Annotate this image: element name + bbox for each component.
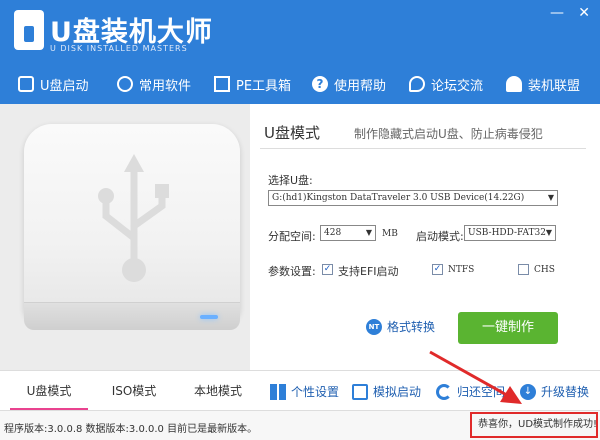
nav-item-usb-boot[interactable]: U盘启动: [18, 72, 89, 96]
toolbox-icon: [214, 76, 230, 92]
app-header: U盘装机大师 U DISK INSTALLED MASTERS — ✕ U盘启动…: [0, 0, 600, 104]
drive-led: [200, 315, 218, 319]
tab-iso-mode[interactable]: ISO模式: [96, 371, 172, 411]
nav-item-pe-toolbox[interactable]: PE工具箱: [214, 72, 291, 96]
chevron-down-icon: ▼: [365, 228, 372, 237]
tool-label: 归还空间: [457, 385, 506, 399]
params-label: 参数设置:: [268, 265, 316, 278]
disk-value: G:(hd1)Kingston DataTraveler 3.0 USB Dev…: [272, 193, 525, 203]
nav-label: 装机联盟: [528, 78, 581, 94]
chevron-down-icon: ▼: [545, 228, 552, 237]
tool-label: 升级替换: [541, 385, 590, 399]
boot-mode-value: USB-HDD-FAT32: [468, 228, 546, 238]
nav-label: PE工具箱: [236, 78, 292, 94]
mode-title: U盘模式: [264, 124, 320, 142]
download-icon: ↓: [520, 383, 536, 400]
disk-label: 选择U盘:: [268, 174, 313, 187]
upgrade-replace-button[interactable]: ↓ 升级替换: [520, 383, 589, 400]
usb-symbol-icon: [98, 154, 169, 282]
simulate-boot-button[interactable]: 模拟启动: [352, 383, 421, 400]
partition-label: 分配空间:: [268, 230, 316, 243]
personalize-button[interactable]: 个性设置: [270, 383, 339, 400]
bottom-toolbar: U盘模式 ISO模式 本地模式 个性设置 模拟启动 归还空间 ↓ 升级替换: [0, 370, 600, 411]
ntfs-convert-icon: NT: [366, 318, 382, 335]
nav-label: 常用软件: [139, 78, 192, 94]
main-panel: U盘模式 制作隐藏式启动U盘、防止病毒侵犯 选择U盘: G:(hd1)Kings…: [0, 104, 600, 370]
nav-label: U盘启动: [40, 78, 89, 94]
chevron-down-icon: ▼: [547, 193, 554, 202]
efi-label: 支持EFI启动: [338, 265, 399, 278]
format-convert-button[interactable]: NT 格式转换: [366, 318, 435, 335]
partition-select[interactable]: 428 ▼: [320, 225, 376, 241]
usb-drive-illustration: [24, 124, 240, 340]
boot-mode-select[interactable]: USB-HDD-FAT32 ▼: [464, 225, 556, 241]
efi-checkbox[interactable]: ✓: [322, 264, 333, 275]
tool-label: 个性设置: [291, 385, 340, 399]
gear-icon: [117, 76, 133, 92]
nav-item-alliance[interactable]: 装机联盟: [506, 72, 580, 96]
usb-logo-icon: [14, 10, 44, 50]
chat-icon: [409, 76, 425, 92]
one-click-make-button[interactable]: 一键制作: [458, 312, 558, 344]
disk-select[interactable]: G:(hd1)Kingston DataTraveler 3.0 USB Dev…: [268, 190, 558, 206]
help-icon: ?: [312, 76, 328, 92]
people-icon: [506, 76, 522, 92]
status-bar: 程序版本:3.0.0.8 数据版本:3.0.0.0 目前已是最新版本。 恭喜你，…: [0, 410, 600, 440]
divider: [260, 148, 586, 149]
usb-icon: [18, 76, 34, 92]
tab-usb-mode[interactable]: U盘模式: [10, 371, 88, 411]
chs-label: CHS: [534, 265, 555, 275]
nav-item-software[interactable]: 常用软件: [117, 72, 191, 96]
mode-description: 制作隐藏式启动U盘、防止病毒侵犯: [354, 127, 543, 141]
ntfs-label: NTFS: [448, 265, 475, 275]
nav-label: 论坛交流: [431, 78, 484, 94]
logo-subtitle: U DISK INSTALLED MASTERS: [50, 44, 188, 53]
monitor-icon: [352, 383, 368, 400]
app-logo: U盘装机大师 U DISK INSTALLED MASTERS: [14, 8, 212, 58]
boot-mode-label: 启动模式:: [416, 230, 464, 243]
grid-icon: [270, 383, 286, 400]
main-nav: U盘启动 常用软件 PE工具箱 ? 使用帮助 论坛交流 装机联盟: [0, 66, 600, 100]
nav-item-help[interactable]: ? 使用帮助: [312, 72, 386, 96]
tab-local-mode[interactable]: 本地模式: [180, 371, 256, 411]
partition-value: 428: [324, 228, 342, 238]
nav-item-forum[interactable]: 论坛交流: [409, 72, 483, 96]
tool-label: 模拟启动: [373, 385, 422, 399]
format-label: 格式转换: [387, 320, 436, 334]
refresh-icon: [436, 383, 452, 400]
success-message: 恭喜你，UD模式制作成功!: [470, 412, 598, 438]
close-button[interactable]: ✕: [578, 6, 590, 20]
chs-checkbox[interactable]: [518, 264, 529, 275]
minimize-button[interactable]: —: [550, 6, 564, 20]
version-status: 程序版本:3.0.0.8 数据版本:3.0.0.0 目前已是最新版本。: [4, 424, 258, 435]
nav-label: 使用帮助: [334, 78, 387, 94]
ntfs-checkbox[interactable]: ✓: [432, 264, 443, 275]
restore-space-button[interactable]: 归还空间: [436, 383, 505, 400]
partition-unit: MB: [382, 229, 398, 239]
mode-settings-panel: U盘模式 制作隐藏式启动U盘、防止病毒侵犯 选择U盘: G:(hd1)Kings…: [250, 104, 600, 370]
